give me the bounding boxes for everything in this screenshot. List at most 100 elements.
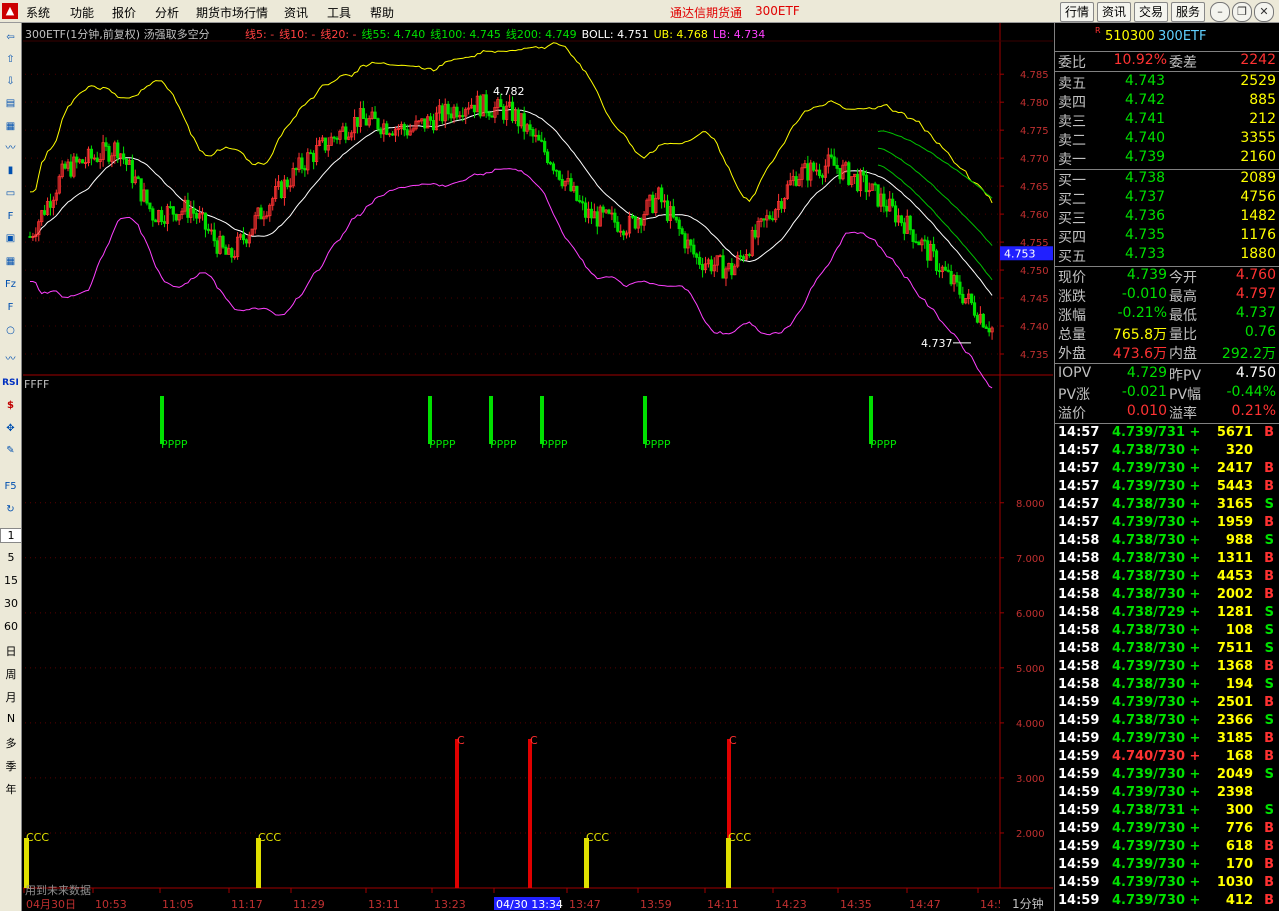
dollar-icon[interactable]: $ (2, 398, 19, 414)
quote-icon[interactable]: ▤ (2, 96, 19, 112)
pencil-icon[interactable]: ✎ (2, 443, 19, 459)
refresh-icon[interactable]: ↻ (2, 502, 19, 518)
tab-service[interactable]: 服务 (1171, 2, 1205, 22)
tick-side: S (1264, 497, 1274, 512)
tick-volume: 5671 (1216, 425, 1253, 440)
tick-price: 4.739/730 + (1112, 875, 1201, 890)
down-arrow-icon[interactable]: ⇩ (2, 74, 19, 90)
candle-body (215, 240, 219, 254)
weicha-value: 2242 (1240, 52, 1276, 68)
close-icon[interactable]: ✕ (1254, 2, 1274, 22)
menu-info[interactable]: 资讯 (284, 4, 308, 21)
boll-lower-line (30, 168, 993, 389)
candle-body (970, 293, 974, 304)
candle-body (622, 230, 626, 236)
period-5[interactable]: 日 (0, 643, 22, 659)
period-7[interactable]: 月 (0, 689, 22, 705)
candle-body (124, 158, 129, 165)
f6-icon[interactable]: F (2, 300, 19, 316)
candle-body (817, 169, 822, 176)
menu-help[interactable]: 帮助 (370, 4, 394, 21)
trend-icon[interactable]: 〰 (2, 141, 19, 157)
rsi-icon[interactable]: RSI (2, 375, 19, 391)
kline-icon[interactable]: ▮ (2, 163, 19, 179)
candle-body (405, 129, 409, 136)
wave-icon[interactable]: 〰 (2, 352, 19, 368)
tick-price: 4.739/730 + (1112, 479, 1201, 494)
candle-body (344, 126, 348, 140)
bid-label: 买二 (1058, 192, 1086, 208)
ask-row: 卖二 4.740 3355 (1055, 130, 1279, 149)
ask-row: 卖三 4.741 212 (1055, 111, 1279, 130)
candle-body (323, 137, 327, 151)
candle-body (502, 106, 506, 120)
candle-body (882, 193, 886, 207)
tick-price: 4.738/730 + (1112, 587, 1201, 602)
list-icon[interactable]: ▭ (2, 186, 19, 202)
tab-quotes[interactable]: 行情 (1060, 2, 1094, 22)
menu-tools[interactable]: 工具 (327, 4, 351, 21)
tab-info[interactable]: 资讯 (1097, 2, 1131, 22)
period-3[interactable]: 30 (0, 597, 22, 610)
period-11[interactable]: 年 (0, 781, 22, 797)
candle-body (917, 241, 921, 246)
candle-body (835, 164, 839, 169)
menu-system[interactable]: 系统 (26, 4, 50, 21)
ask-price: 4.743 (1125, 73, 1166, 89)
candle-body (876, 184, 880, 207)
iopv-label: IOPV (1058, 365, 1092, 381)
candle-body (312, 152, 316, 162)
sub-axis-label: 6.000 (1016, 609, 1045, 620)
restore-icon[interactable]: ❐ (1232, 2, 1252, 22)
time-axis-label: 14:35 (840, 898, 872, 911)
candle-body (914, 241, 918, 243)
price-axis-label: 4.780 (1020, 98, 1049, 109)
tick-time: 14:59 (1058, 857, 1100, 872)
back-arrow-icon[interactable]: ⇦ (2, 30, 19, 46)
candle-body (861, 171, 866, 176)
menu-analysis[interactable]: 分析 (155, 4, 179, 21)
news-icon[interactable]: ▣ (2, 231, 19, 247)
f2-icon[interactable]: Fz (2, 277, 19, 293)
menu-futures-market[interactable]: 期货市场行情 (196, 4, 268, 21)
chart-area[interactable]: 4.785 4.780 4.775 4.770 4.765 4.760 4.755 4.750… (23, 23, 1053, 911)
period-1[interactable]: 5 (0, 551, 22, 564)
tick-row: 14:57 4.739/730 + 5443 B (1055, 479, 1279, 497)
stats-value2: 4.797 (1235, 286, 1276, 302)
ma-green-line (877, 147, 993, 246)
table-icon[interactable]: ▦ (2, 119, 19, 135)
period-2[interactable]: 15 (0, 574, 22, 587)
period-4[interactable]: 60 (0, 620, 22, 633)
signal-p-label: PPPP (644, 438, 671, 451)
period-0[interactable]: 1 (0, 528, 22, 543)
period-8[interactable]: N (0, 712, 22, 725)
up-arrow-icon[interactable]: ⇧ (2, 52, 19, 68)
menu-quote[interactable]: 报价 (112, 4, 136, 21)
candle-body (192, 208, 196, 214)
f5-icon[interactable]: F5 (2, 479, 19, 495)
tick-volume: 1281 (1216, 605, 1253, 620)
window-title: 通达信期货通 (670, 6, 743, 20)
candle-body (69, 161, 73, 177)
tab-trade[interactable]: 交易 (1134, 2, 1168, 22)
indicator-values: 线5: - 线10: - 线20: - 线55: 4.740 线100: 4.745 线2… (245, 26, 770, 42)
iopv-value2: 0.21% (1231, 403, 1276, 419)
period-10[interactable]: 季 (0, 758, 22, 774)
tick-side: B (1264, 479, 1274, 494)
candle-body (601, 206, 605, 213)
candle-body (376, 118, 380, 130)
calendar-icon[interactable]: ▦ (2, 254, 19, 270)
period-9[interactable]: 多 (0, 735, 22, 751)
tick-volume: 320 (1225, 443, 1253, 458)
period-6[interactable]: 周 (0, 666, 22, 682)
minimize-icon[interactable]: – (1210, 2, 1230, 22)
ask-label: 卖三 (1058, 114, 1086, 130)
app-logo-icon[interactable]: ▲ (2, 3, 18, 19)
f10-icon[interactable]: F (2, 209, 19, 225)
indicator-4: 线100: 4.745 (430, 28, 501, 41)
candle-body (121, 153, 126, 160)
menu-function[interactable]: 功能 (70, 4, 94, 21)
move-icon[interactable]: ✥ (2, 421, 19, 437)
circle-icon[interactable]: ○ (2, 323, 19, 339)
candle-body (902, 222, 906, 234)
